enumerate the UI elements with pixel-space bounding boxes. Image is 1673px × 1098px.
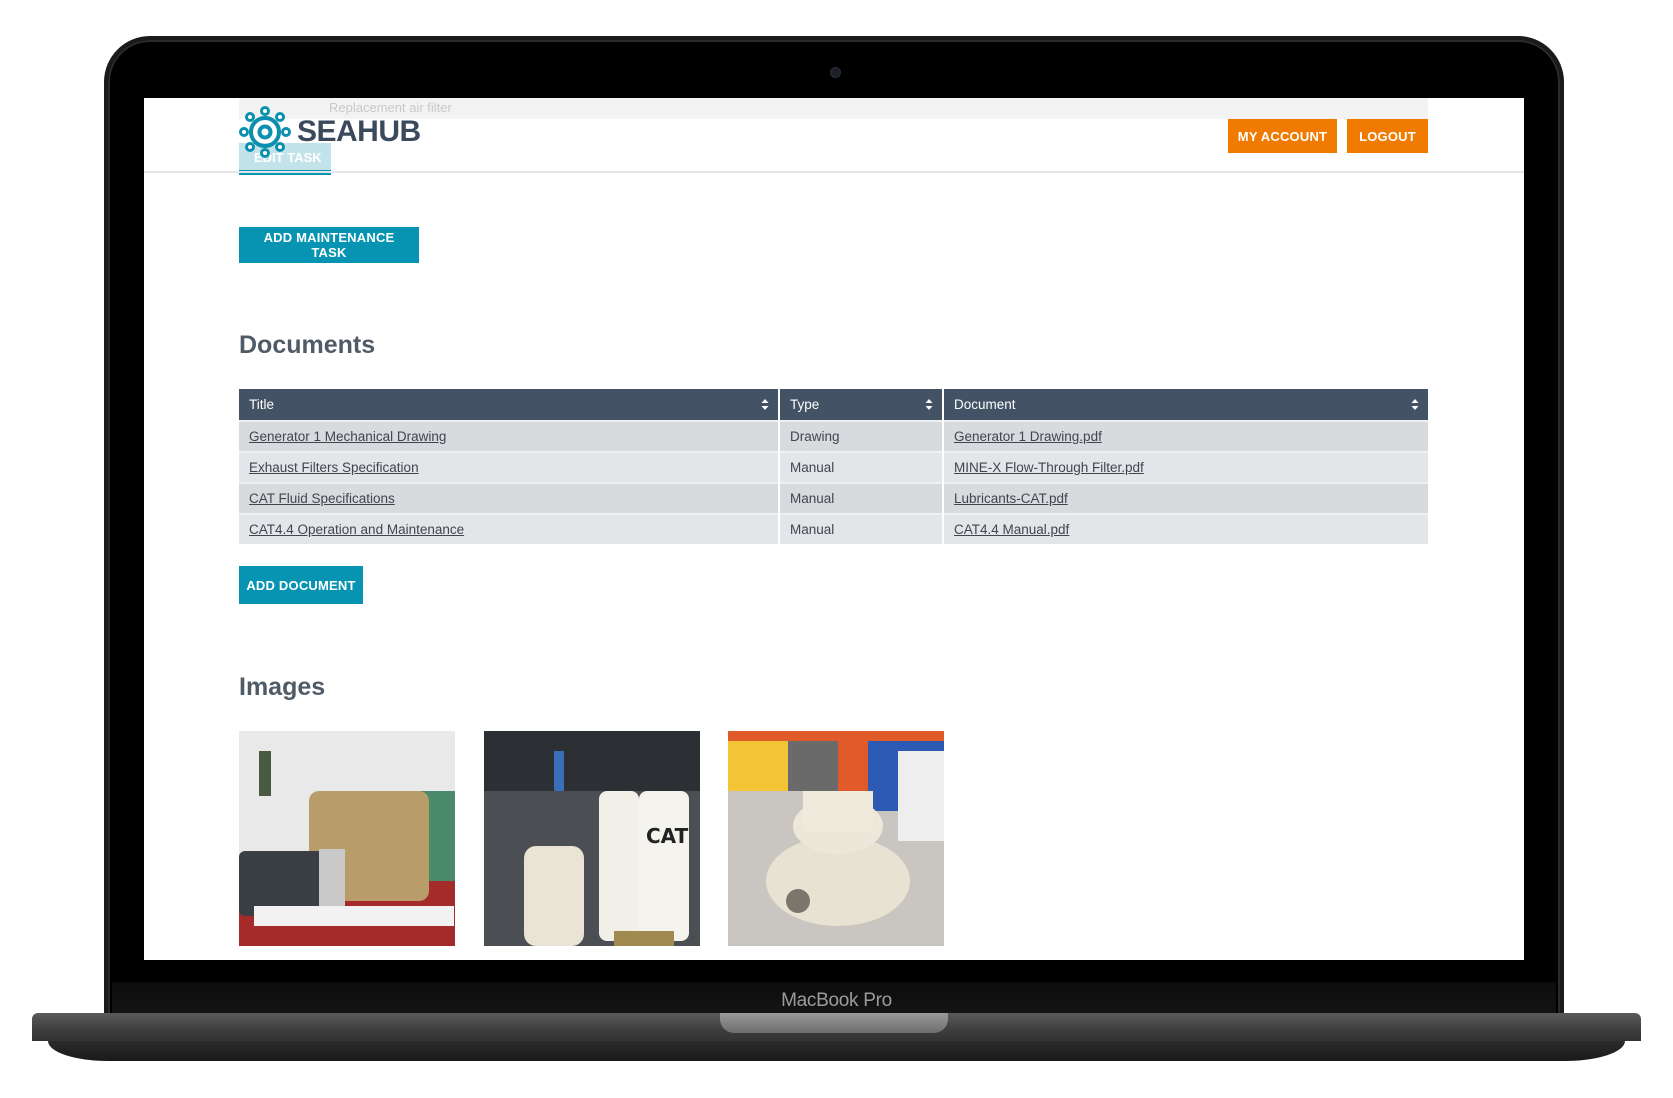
sort-icon[interactable] [761, 398, 769, 411]
add-maintenance-task-button[interactable]: ADD MAINTENANCE TASK [239, 227, 419, 263]
table-row: Exhaust Filters Specification Manual MIN… [239, 451, 1428, 483]
logo[interactable]: SEAHUB [239, 106, 421, 158]
image-thumbnail-generator[interactable] [239, 731, 455, 946]
cell-type: Manual [779, 482, 944, 514]
cell-title: Exhaust Filters Specification [239, 451, 780, 483]
document-title-link[interactable]: CAT Fluid Specifications [249, 491, 395, 506]
documents-table: Title Type Document Generator 1 Mechanic… [239, 389, 1428, 544]
sort-icon[interactable] [1411, 398, 1419, 411]
pump-photo [728, 731, 944, 946]
add-document-button[interactable]: ADD DOCUMENT [239, 566, 363, 604]
cell-title: Generator 1 Mechanical Drawing [239, 420, 780, 452]
svg-text:CAT: CAT [646, 824, 689, 848]
ship-wheel-icon [239, 106, 291, 158]
document-title-link[interactable]: Exhaust Filters Specification [249, 460, 419, 475]
cell-document: Generator 1 Drawing.pdf [943, 420, 1428, 452]
column-header-title[interactable]: Title [239, 389, 780, 421]
cell-type: Manual [779, 451, 944, 483]
cell-document: MINE-X Flow-Through Filter.pdf [943, 451, 1428, 483]
document-file-link[interactable]: CAT4.4 Manual.pdf [954, 522, 1069, 537]
table-header-row: Title Type Document [239, 389, 1428, 421]
document-file-link[interactable]: MINE-X Flow-Through Filter.pdf [954, 460, 1144, 475]
laptop-base-bottom [48, 1041, 1625, 1061]
image-thumbnail-pump[interactable] [728, 731, 944, 946]
logout-button[interactable]: LOGOUT [1347, 119, 1428, 153]
device-label: MacBook Pro [781, 990, 892, 1011]
document-title-link[interactable]: CAT4.4 Operation and Maintenance [249, 522, 464, 537]
logo-text: SEAHUB [297, 115, 421, 148]
table-row: Generator 1 Mechanical Drawing Drawing G… [239, 420, 1428, 452]
sort-icon[interactable] [925, 398, 933, 411]
browser-screen: Replacement air filter EDIT TASK SEAHUB … [144, 98, 1524, 960]
images-heading: Images [239, 673, 326, 701]
camera-icon [830, 67, 841, 78]
cell-title: CAT4.4 Operation and Maintenance [239, 513, 780, 544]
my-account-button[interactable]: MY ACCOUNT [1228, 119, 1337, 153]
documents-heading: Documents [239, 331, 376, 359]
table-row: CAT4.4 Operation and Maintenance Manual … [239, 513, 1428, 544]
cell-document: Lubricants-CAT.pdf [943, 482, 1428, 514]
cell-document: CAT4.4 Manual.pdf [943, 513, 1428, 544]
document-title-link[interactable]: Generator 1 Mechanical Drawing [249, 429, 446, 444]
table-row: CAT Fluid Specifications Manual Lubrican… [239, 482, 1428, 514]
filters-photo: CAT [484, 731, 700, 946]
cell-type: Manual [779, 513, 944, 544]
document-file-link[interactable]: Generator 1 Drawing.pdf [954, 429, 1102, 444]
cell-type: Drawing [779, 420, 944, 452]
column-header-type[interactable]: Type [779, 389, 944, 421]
image-thumbnail-filters[interactable]: CAT [484, 731, 700, 946]
column-header-document[interactable]: Document [943, 389, 1428, 421]
document-file-link[interactable]: Lubricants-CAT.pdf [954, 491, 1068, 506]
engine-photo [239, 731, 455, 946]
cell-title: CAT Fluid Specifications [239, 482, 780, 514]
laptop-notch [720, 1013, 948, 1033]
header-divider [144, 171, 1524, 173]
